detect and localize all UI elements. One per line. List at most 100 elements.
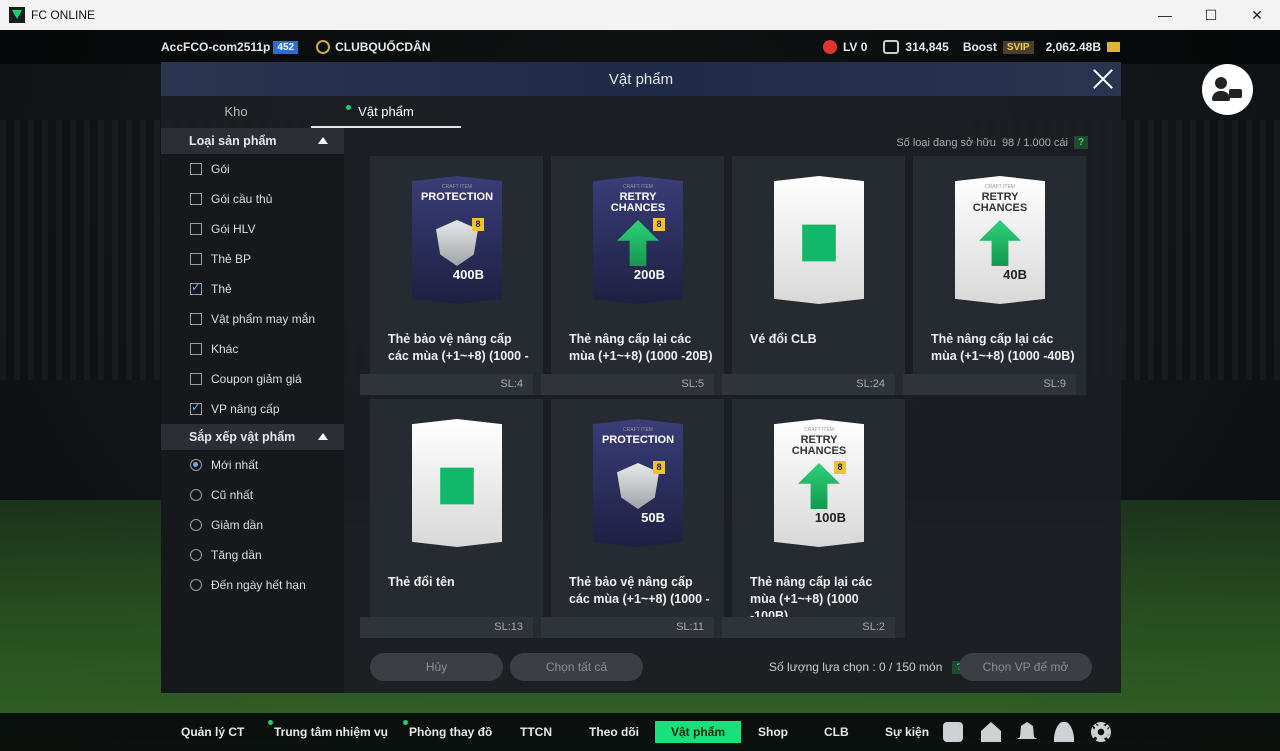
open-items-button[interactable]: Chọn VP để mở [959,653,1092,681]
item-card[interactable]: Vé đổi CLB SL:24 [722,156,905,395]
item-card-art: CRAFT ITEM RETRY CHANCES 8 200B [593,176,683,304]
item-quantity: SL:5 [541,374,714,395]
nav-phong-thay-do[interactable]: Phòng thay đồ [403,720,492,743]
filter-option[interactable]: Vật phẩm may mắn [161,304,344,334]
item-card[interactable]: CRAFT ITEM PROTECTION 8 50B Thẻ bảo vệ nâng … [541,399,724,638]
checkbox[interactable] [190,253,202,265]
item-card[interactable]: CRAFT ITEM PROTECTION 8 400B Thẻ bảo vệ nâng… [360,156,543,395]
item-quantity: SL:24 [722,374,895,395]
product-type-header[interactable]: Loại sản phẩm [161,128,344,154]
card-value: 100B [814,510,846,525]
tab-kho[interactable]: Kho [161,96,311,128]
radio-button[interactable] [190,579,202,591]
account-name: AccFCO-com2511p [161,40,271,54]
new-indicator-dot [268,720,273,725]
tab-vat-pham-label: Vật phẩm [358,104,414,119]
selection-count: Số lượng lựa chọn : 0 / 150 món ? [769,660,967,674]
filter-option[interactable]: Gói HLV [161,214,344,244]
sort-option[interactable]: Đến ngày hết hạn [161,570,344,600]
nav-su-kien[interactable]: Sự kiện [885,721,929,743]
card-value: 400B [452,267,484,282]
help-icon[interactable]: ? [1074,136,1088,149]
filter-label: VP nâng cấp [211,402,280,416]
tab-vat-pham[interactable]: Vật phẩm [311,96,461,128]
checkbox[interactable] [190,373,202,385]
sort-label: Mới nhất [211,458,259,472]
level-value: LV 0 [842,40,868,54]
checkbox[interactable] [190,400,202,415]
filter-option[interactable]: Khác [161,334,344,364]
new-indicator-dot [346,105,351,110]
item-quantity: SL:9 [903,374,1076,395]
item-card-art: CRAFT ITEM PROTECTION 8 50B [593,419,683,547]
item-quantity: SL:11 [541,617,714,638]
select-all-button[interactable]: Chọn tất cả [510,653,643,681]
nav-clb[interactable]: CLB [824,721,849,743]
close-window-button[interactable]: ✕ [1234,0,1280,30]
level-badge: 8 [834,461,846,474]
item-name: Thẻ bảo vệ nâng cấp các mùa (+1~+8) (100… [569,575,710,606]
friends-chat-button[interactable] [1202,64,1253,115]
checkbox[interactable] [190,280,202,295]
maximize-button[interactable]: ☐ [1188,0,1234,30]
checkbox[interactable] [190,223,202,235]
sort-option[interactable]: Cũ nhất [161,480,344,510]
close-icon[interactable] [1091,67,1115,91]
radio-button[interactable] [190,459,202,471]
item-card-art [412,419,502,547]
notification-bell-icon[interactable]: 9 [1017,722,1037,739]
collapse-arrow-icon[interactable] [318,433,328,440]
nav-quan-ly-ct[interactable]: Quản lý CT [181,721,244,743]
settings-gear-icon[interactable] [1091,722,1111,742]
radio-button[interactable] [190,519,202,531]
sort-option[interactable]: Tăng dần [161,540,344,570]
item-card-art: CRAFT ITEM PROTECTION 8 400B [412,176,502,304]
item-name: Thẻ bảo vệ nâng cấp các mùa (+1~+8) (100… [388,332,529,363]
sort-header[interactable]: Sắp xếp vật phẩm [161,424,344,450]
sort-label: Cũ nhất [211,488,254,502]
filter-label: Khác [211,342,239,356]
item-card[interactable]: CRAFT ITEM RETRY CHANCES 8 100B Thẻ nâng cấp… [722,399,905,638]
nav-shop[interactable]: Shop [758,721,788,743]
nav-ttcn[interactable]: TTCN [520,721,552,743]
checkbox[interactable] [190,343,202,355]
sort-option[interactable]: Giảm dần [161,510,344,540]
nav-theo-doi[interactable]: Theo dõi [589,721,639,743]
nav-vat-pham[interactable]: Vật phẩm [655,721,742,743]
item-card[interactable]: Thẻ đổi tên SL:13 [360,399,543,638]
card-small-label: CRAFT ITEM [623,427,653,433]
home-icon[interactable]: 1 [981,722,1001,742]
nav-trung-tam-nhiem-vu[interactable]: Trung tâm nhiệm vụ [268,720,388,743]
radio-button[interactable] [190,489,202,501]
filter-option[interactable]: Coupon giảm giá [161,364,344,394]
minimize-button[interactable]: — [1142,0,1188,30]
item-quantity: SL:4 [360,374,533,395]
sort-label: Tăng dần [211,548,262,562]
item-card[interactable]: CRAFT ITEM RETRY CHANCES 8 200B Thẻ nâng cấp… [541,156,724,395]
radio-button[interactable] [190,549,202,561]
fc-online-logo-icon [9,7,25,23]
cancel-button[interactable]: Hủy [370,653,503,681]
checkbox[interactable] [190,193,202,205]
filter-label: Vật phẩm may mắn [211,312,316,326]
sort-option[interactable]: Mới nhất [161,450,344,480]
item-card-art [774,176,864,304]
currency-bar: LV 0 314,845 Boost SVIP 2,062.48B [822,40,1120,54]
card-title: RETRY CHANCES [610,191,666,214]
filter-option[interactable]: Gói cầu thủ [161,184,344,214]
card-small-label: CRAFT ITEM [623,184,653,190]
filter-option[interactable]: Thẻ BP [161,244,344,274]
item-card[interactable]: CRAFT ITEM RETRY CHANCES 40B Thẻ nâng cấp l… [903,156,1086,395]
profile-icon[interactable] [1054,722,1074,742]
chat-icon[interactable] [943,722,963,742]
checkbox[interactable] [190,163,202,175]
card-title: PROTECTION [420,191,494,203]
card-small-label: CRAFT ITEM [804,427,834,433]
filter-option[interactable]: Gói [161,154,344,184]
chat-bubble-icon [1228,88,1243,99]
selection-count-label: Số lượng lựa chọn : 0 / 150 món [769,660,943,674]
checkbox[interactable] [190,313,202,325]
collapse-arrow-icon[interactable] [318,137,328,144]
filter-option[interactable]: Thẻ [161,274,344,304]
filter-option[interactable]: VP nâng cấp [161,394,344,424]
